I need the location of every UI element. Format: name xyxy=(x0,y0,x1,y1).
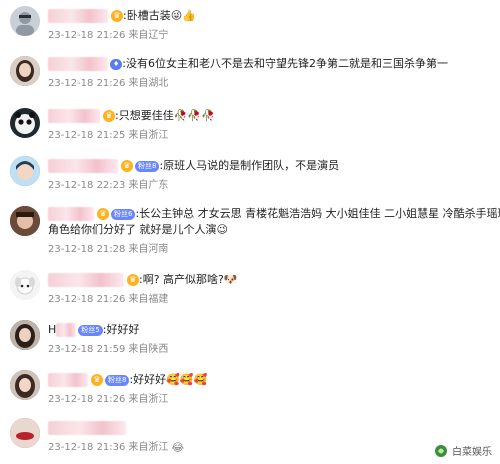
anime-boy-avatar-icon xyxy=(10,156,40,186)
crown-badge-icon: ♛ xyxy=(91,374,103,386)
heart-eyes-emoji-icon: 🥰 xyxy=(166,373,180,386)
comment-meta: 23-12-18 21:26 来自湖北 xyxy=(48,74,171,89)
comment-text: :好好好 xyxy=(102,323,140,336)
comment-text: :好好好 xyxy=(129,373,167,386)
avatar[interactable] xyxy=(10,206,40,236)
rose-emoji-icon: 🥀 xyxy=(173,109,188,122)
location: 来自陕西 xyxy=(128,344,169,355)
location: 来自广东 xyxy=(128,180,169,191)
comment-text: :原班人马说的是制作团队，不是演员 xyxy=(159,159,340,172)
location: 来自浙江 xyxy=(128,394,169,405)
timestamp: 23-12-18 22:23 xyxy=(48,180,126,191)
lips-avatar-icon xyxy=(10,418,40,448)
panda-avatar-icon xyxy=(15,112,35,134)
watermark-label: 白菜娱乐 xyxy=(452,447,492,458)
comment-item-2: ♦:没有6位女主和老八不是去和守望先锋2争第二就是和三国杀争第一 23-12-1… xyxy=(0,54,500,94)
person-gray-avatar-icon xyxy=(16,12,34,36)
heart-eyes-emoji-icon: 🥰 xyxy=(179,373,194,386)
avatar[interactable] xyxy=(10,6,40,36)
username[interactable] xyxy=(56,323,77,337)
cabbage-logo-icon xyxy=(435,444,447,457)
wink-emoji-icon: 😉 xyxy=(216,223,228,236)
comment-item-3: ♛:只想要佳佳🥀🥀🥀 23-12-18 21:25 来自浙江 xyxy=(0,104,500,144)
timestamp: 23-12-18 21:25 xyxy=(48,130,126,141)
comment-meta: 23-12-18 21:59 来自陕西 xyxy=(48,340,171,355)
comment-meta: 23-12-18 21:28 来自河南 xyxy=(48,240,171,255)
timestamp: 23-12-18 21:36 xyxy=(48,442,126,453)
timestamp: 23-12-18 21:26 xyxy=(48,30,126,41)
avatar[interactable] xyxy=(10,270,40,300)
watermark: 白菜娱乐 xyxy=(434,443,492,458)
rose-emoji-icon: 🥀 xyxy=(201,109,215,122)
username[interactable] xyxy=(48,9,108,23)
location: 来自福建 xyxy=(128,294,169,305)
location: 来自辽宁 xyxy=(128,30,169,41)
username[interactable] xyxy=(48,159,118,173)
fan-level-badge: 粉丝8 xyxy=(105,374,130,386)
timestamp: 23-12-18 21:26 xyxy=(48,78,126,89)
woman-dark-avatar-icon xyxy=(10,320,40,350)
fan-level-badge: 粉丝5 xyxy=(78,324,103,336)
avatar[interactable] xyxy=(10,370,40,400)
username-prefix[interactable]: H xyxy=(48,323,56,336)
comment-meta: 23-12-18 21:25 来自浙江 xyxy=(48,126,171,141)
username[interactable] xyxy=(48,273,124,287)
comment-text: :长公主钟总 才女云思 青楼花魁浩浩妈 大小姐佳佳 二小姐慧星 冷酷杀手瑶瑶 xyxy=(135,207,500,220)
comment-meta: 23-12-18 21:26 来自浙江 xyxy=(48,390,171,405)
comment-item-6: ♛:啊? 高产似那啥?🐶 23-12-18 21:26 来自福建 xyxy=(0,268,500,308)
avatar[interactable] xyxy=(10,56,40,86)
crown-badge-icon: ♛ xyxy=(127,274,139,286)
comment-meta: 23-12-18 22:23 来自广东 xyxy=(48,176,171,191)
location: 来自河南 xyxy=(128,244,169,255)
comment-item-8: ♛ 粉丝8:好好好🥰🥰🥰 23-12-18 21:26 来自浙江 xyxy=(0,368,500,408)
avatar[interactable] xyxy=(10,156,40,186)
timestamp: 23-12-18 21:26 xyxy=(48,394,126,405)
username[interactable] xyxy=(48,421,126,435)
location: 来自浙江 xyxy=(128,130,169,141)
username[interactable] xyxy=(48,109,100,123)
timestamp: 23-12-18 21:28 xyxy=(48,244,126,255)
timestamp: 23-12-18 21:26 xyxy=(48,294,126,305)
laughing-emoji-icon: 😂 xyxy=(171,440,185,454)
comment-meta: 23-12-18 21:36 来自浙江 😂 xyxy=(48,438,187,454)
fan-level-badge: 粉丝8 xyxy=(135,160,160,172)
username[interactable] xyxy=(48,207,94,221)
emoji-icon: 👍 xyxy=(182,9,196,22)
comment-text: :没有6位女主和老八不是去和守望先锋2争第二就是和三国杀争第一 xyxy=(122,57,448,70)
timestamp: 23-12-18 21:59 xyxy=(48,344,126,355)
comment-meta: 23-12-18 21:26 来自辽宁 xyxy=(48,26,171,41)
comment-text: :只想要佳佳 xyxy=(115,109,174,122)
comment-item-5: ♛ 粉丝6:长公主钟总 才女云思 青楼花魁浩浩妈 大小姐佳佳 二小姐慧星 冷酷杀手… xyxy=(0,202,500,258)
comment-text-continued: 角色给你们分好了 就好是儿个人演 xyxy=(48,223,217,236)
comment-item-7: H 粉丝5:好好好 23-12-18 21:59 来自陕西 xyxy=(0,318,500,358)
man-avatar-icon xyxy=(10,206,40,236)
fan-level-badge: 粉丝6 xyxy=(111,208,136,220)
username[interactable] xyxy=(48,57,108,71)
location: 来自湖北 xyxy=(128,78,169,89)
comment-item-1: ♛:卧槽古装😜👍 23-12-18 21:26 来自辽宁 xyxy=(0,2,500,44)
woman-avatar-icon xyxy=(10,370,40,400)
crown-badge-icon: ♛ xyxy=(121,160,133,172)
woman-avatar-icon xyxy=(10,56,40,86)
heart-eyes-emoji-icon: 🥰 xyxy=(193,373,208,386)
comment-meta: 23-12-18 21:26 来自福建 xyxy=(48,290,171,305)
avatar[interactable] xyxy=(10,320,40,350)
username[interactable] xyxy=(48,373,88,387)
location: 来自浙江 xyxy=(128,442,169,453)
comment-item-4: ♛ 粉丝8:原班人马说的是制作团队，不是演员 23-12-18 22:23 来自广东 xyxy=(0,154,500,194)
crown-badge-icon: ♛ xyxy=(111,10,123,22)
crown-badge-icon: ♛ xyxy=(103,110,115,122)
comment-text: :啊? 高产似那啥? xyxy=(139,273,224,286)
fan-badge: ♦ xyxy=(110,58,123,70)
avatar[interactable] xyxy=(10,418,40,448)
comment-text: :卧槽古装 xyxy=(123,9,171,22)
comment-item-9: 23-12-18 21:36 来自浙江 😂 xyxy=(0,416,500,460)
rose-emoji-icon: 🥀 xyxy=(187,109,202,122)
crown-badge-icon: ♛ xyxy=(97,208,109,220)
dog-emoji-icon: 🐶 xyxy=(223,273,238,286)
puppy-avatar-icon xyxy=(10,270,40,300)
avatar[interactable] xyxy=(10,108,40,138)
emoji-icon: 😜 xyxy=(170,9,183,22)
